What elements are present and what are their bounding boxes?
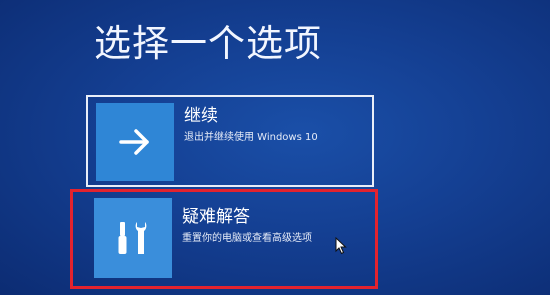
troubleshoot-description: 重置你的电脑或查看高级选项 — [182, 233, 312, 244]
page-title: 选择一个选项 — [94, 22, 322, 65]
troubleshoot-tile[interactable] — [94, 198, 172, 278]
troubleshoot-option[interactable]: 疑难解答 重置你的电脑或查看高级选项 — [86, 196, 374, 282]
troubleshoot-label: 疑难解答 — [182, 207, 250, 227]
continue-description: 退出并继续使用 Windows 10 — [184, 132, 318, 143]
mouse-cursor-icon — [335, 237, 347, 255]
continue-label: 继续 — [184, 106, 218, 126]
continue-tile[interactable] — [96, 103, 174, 181]
tools-icon — [118, 222, 147, 254]
continue-option[interactable]: 继续 退出并继续使用 Windows 10 — [86, 95, 374, 187]
arrow-right-icon — [119, 129, 149, 155]
